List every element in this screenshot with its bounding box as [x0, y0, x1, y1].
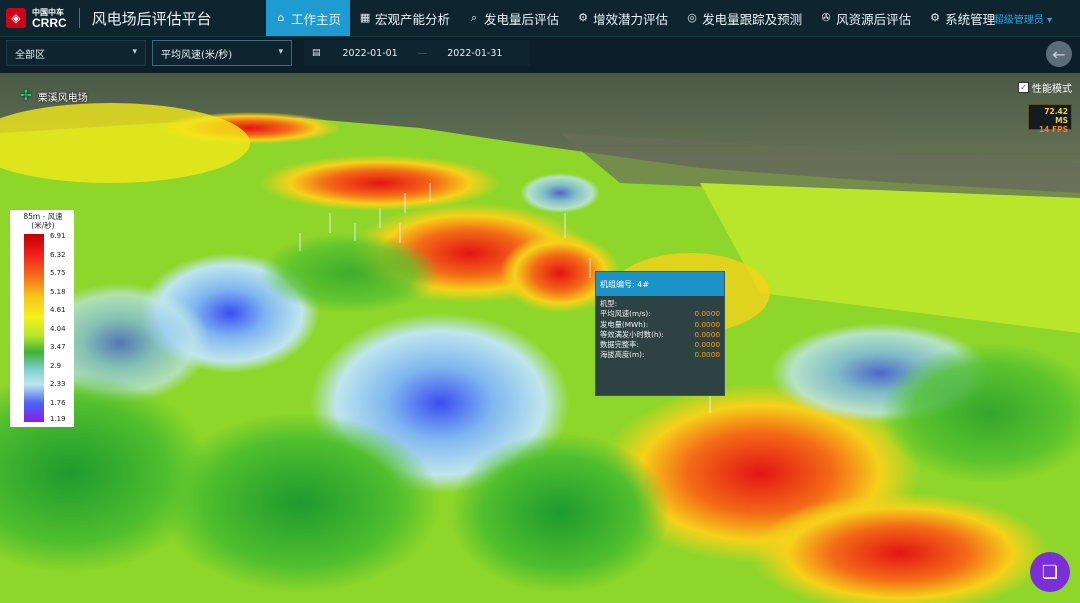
popup-row: 数据完整率: 0.0000 [596, 340, 724, 350]
fan-icon: ✇ [821, 11, 831, 24]
target-icon: ◎ [687, 11, 697, 24]
legend-tick: 2.33 [50, 380, 66, 388]
legend-tick: 5.75 [50, 269, 66, 277]
legend-tick: 6.32 [50, 250, 66, 259]
legend-tick: 3.47 [50, 343, 66, 351]
nav-label: 增效潜力评估 [593, 11, 669, 27]
row-label: 等效满发小时数(h): [600, 329, 664, 339]
date-separator: — [417, 47, 428, 59]
frame-time: 72.42 MS [1044, 107, 1068, 125]
row-value: 0.0000 [694, 309, 720, 319]
region-select[interactable]: 全部区 ▾ [6, 40, 146, 66]
row-label: 数据完整率: [600, 340, 639, 350]
gear-icon: ⚙ [578, 11, 588, 24]
popup-row: 等效满发小时数(h): 0.0000 [596, 330, 724, 340]
filter-bar: 全部区 ▾ 平均风速(米/秒) ▾ ▤ 2022-01-01 — 2022-01… [0, 37, 1080, 73]
nav-item-tracking-forecast[interactable]: ◎ 发电量跟踪及预测 [677, 0, 811, 36]
nav-label: 系统管理 [945, 11, 996, 27]
nav-item-efficiency[interactable]: ⚙ 增效潜力评估 [568, 0, 677, 36]
nav-item-macro-capacity[interactable]: ▦ 宏观产能分析 [350, 0, 459, 36]
title-divider [78, 8, 80, 28]
main-nav: ⌂ 工作主页 ▦ 宏观产能分析 ⌕ 发电量后评估 ⚙ 增效潜力评估 ◎ 发电量跟… [266, 0, 1004, 36]
row-value: 0.0000 [694, 329, 720, 339]
checkbox-checked-icon[interactable]: ✓ [1018, 82, 1029, 93]
arrow-left-icon: ← [1052, 44, 1066, 64]
nav-label: 风资源后评估 [836, 11, 912, 27]
nav-item-home[interactable]: ⌂ 工作主页 [266, 0, 351, 36]
popup-row: 海拔高度(m): 0.0000 [596, 350, 724, 360]
metric-value: 平均风速(米/秒) [161, 49, 233, 61]
nav-item-system[interactable]: ⚙ 系统管理 [920, 0, 1004, 36]
row-label: 平均风速(m/s): [600, 309, 651, 319]
brand: ◈ 中国中车 CRRC 风电场后评估平台 [6, 6, 212, 30]
back-button[interactable]: ← [1046, 41, 1072, 67]
legend-tick: 5.18 [50, 287, 66, 296]
bookmark-icon: ❏ [1041, 561, 1059, 583]
date-start[interactable]: 2022-01-01 [343, 48, 398, 59]
logo-en: CRRC [32, 16, 67, 30]
chevron-down-icon: ▾ [278, 47, 283, 57]
legend-tick: 4.61 [50, 306, 66, 314]
turbine-info-popup: 机组编号: 4# 机型: 平均风速(m/s): 0.0000 发电量(MWh): 0… [595, 271, 725, 396]
crrc-logo-icon: ◈ [6, 8, 26, 28]
nav-label: 发电量后评估 [484, 11, 560, 27]
metric-select[interactable]: 平均风速(米/秒) ▾ [152, 40, 292, 66]
legend-tick: 1.19 [50, 415, 66, 423]
popup-row: 平均风速(m/s): 0.0000 [596, 309, 724, 319]
grid-icon: ▦ [359, 11, 371, 24]
nav-label: 工作主页 [291, 11, 342, 27]
calendar-icon: ▤ [312, 48, 321, 58]
gear-icon: ⚙ [930, 11, 941, 24]
popup-title: 机组编号: 4# [596, 272, 724, 296]
top-bar: ◈ 中国中车 CRRC 风电场后评估平台 ⌂ 工作主页 ▦ 宏观产能分析 ⌕ 发… [0, 0, 1080, 37]
nav-item-wind-resource[interactable]: ✇ 风资源后评估 [811, 0, 920, 36]
nav-item-generation-eval[interactable]: ⌕ 发电量后评估 [459, 0, 568, 36]
wind-speed-terrain-render [0, 73, 1080, 603]
row-value: 0.0000 [694, 340, 720, 350]
chevron-down-icon: ▾ [132, 47, 137, 57]
date-end[interactable]: 2022-01-31 [447, 48, 502, 59]
performance-mode-toggle[interactable]: ✓ 性能模式 [1018, 80, 1072, 95]
row-label: 机型: [600, 299, 618, 308]
popup-body: 机型: 平均风速(m/s): 0.0000 发电量(MWh): 0.0000 等效满… [596, 296, 724, 361]
row-value: 0.0000 [694, 319, 720, 329]
legend-tick: 1.76 [50, 398, 66, 407]
render-stats: 72.42 MS 14 FPS [1028, 104, 1072, 134]
row-value: 0.0000 [694, 350, 720, 360]
app-title: 风电场后评估平台 [91, 9, 212, 28]
home-icon: ⌂ [277, 11, 285, 24]
chevron-down-icon: ▾ [1046, 15, 1052, 26]
legend-tick: 4.04 [50, 324, 66, 333]
user-menu[interactable]: 超级管理员 ▾ [994, 11, 1052, 26]
terrain-map[interactable] [0, 73, 1080, 603]
bookmark-button[interactable]: ❏ [1030, 552, 1070, 592]
legend-title: 85m - 风速 (米/秒) [23, 212, 63, 230]
site-name: 栗溪风电场 [37, 92, 88, 104]
legend-color-bar [24, 234, 44, 422]
popup-row: 发电量(MWh): 0.0000 [596, 320, 724, 330]
site-label[interactable]: ✢ 栗溪风电场 [20, 88, 88, 104]
search-icon: ⌕ [470, 11, 478, 24]
nav-label: 发电量跟踪及预测 [702, 11, 803, 27]
row-label: 发电量(MWh): [600, 319, 649, 329]
user-name: 超级管理员 [993, 15, 1044, 26]
nav-label: 宏观产能分析 [375, 11, 451, 27]
legend-tick: 6.91 [50, 232, 66, 240]
crrc-logo-text: 中国中车 CRRC [32, 8, 67, 30]
region-value: 全部区 [15, 49, 45, 61]
fps-counter: 14 FPS [1038, 125, 1068, 134]
legend-tick: 2.9 [50, 361, 62, 370]
wind-turbine-icon: ✢ [20, 88, 32, 104]
performance-mode-label: 性能模式 [1032, 84, 1072, 95]
popup-row: 机型: [596, 299, 724, 309]
row-label: 海拔高度(m): [600, 350, 645, 360]
color-legend: 85m - 风速 (米/秒) 6.91 6.32 5.75 5.18 4.61 … [10, 210, 74, 427]
date-range-picker[interactable]: ▤ 2022-01-01 — 2022-01-31 [304, 40, 530, 66]
